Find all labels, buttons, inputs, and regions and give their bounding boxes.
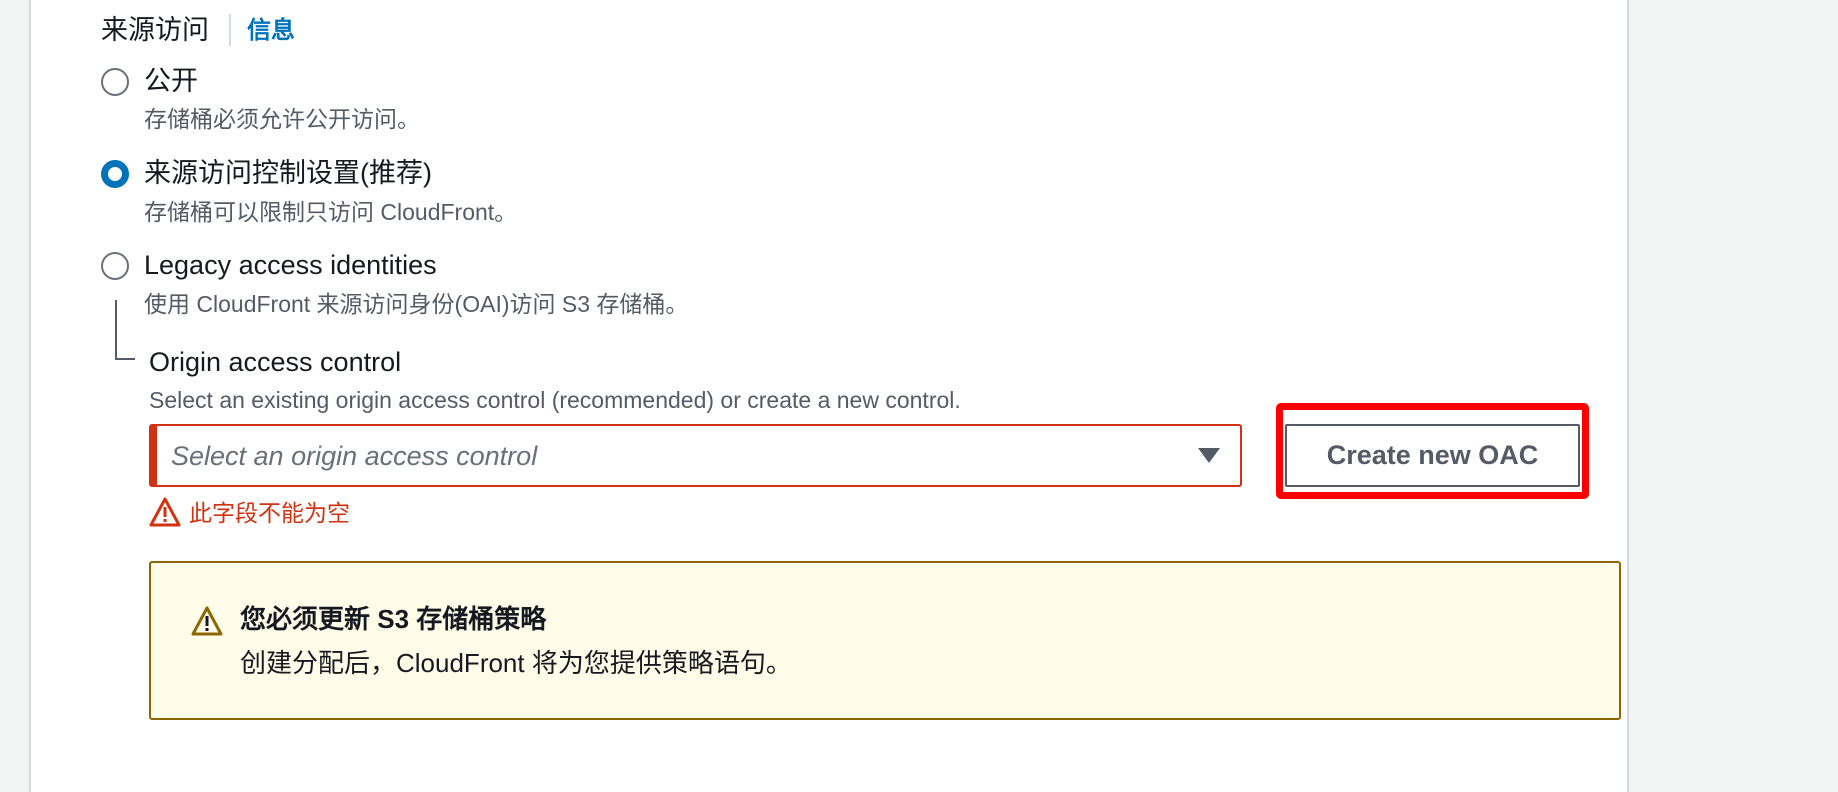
caret-down-icon — [1198, 448, 1220, 463]
alert-title: 您必须更新 S3 存储桶策略 — [240, 604, 547, 634]
error-warning-icon — [149, 496, 181, 533]
oac-field-title: Origin access control — [149, 347, 402, 377]
option-public-title[interactable]: 公开 — [144, 63, 198, 99]
option-legacy-description: 使用 CloudFront 来源访问身份(OAI)访问 S3 存储桶。 — [144, 291, 689, 317]
warning-icon — [191, 605, 223, 642]
oac-select[interactable]: Select an origin access control — [149, 424, 1242, 487]
option-legacy-title[interactable]: Legacy access identities — [144, 247, 437, 283]
oac-field-description: Select an existing origin access control… — [149, 387, 961, 413]
error-message: 此字段不能为空 — [189, 500, 350, 526]
radio-legacy-identities[interactable] — [101, 252, 129, 280]
option-public-description: 存储桶必须允许公开访问。 — [144, 106, 420, 132]
oac-select-placeholder: Select an origin access control — [171, 441, 538, 471]
settings-panel: 来源访问 信息 公开 存储桶必须允许公开访问。 来源访问控制设置(推荐) 存储桶… — [29, 0, 1629, 792]
label-divider — [229, 14, 231, 46]
tree-connector-horizontal — [115, 358, 135, 360]
tree-connector-vertical — [115, 300, 117, 360]
alert-body: 创建分配后，CloudFront 将为您提供策略语句。 — [240, 648, 792, 678]
radio-public[interactable] — [101, 68, 129, 96]
radio-origin-access-control[interactable] — [101, 160, 129, 188]
warning-alert: 您必须更新 S3 存储桶策略 创建分配后，CloudFront 将为您提供策略语… — [149, 561, 1621, 720]
option-oac-description: 存储桶可以限制只访问 CloudFront。 — [144, 199, 518, 225]
info-link[interactable]: 信息 — [247, 13, 295, 49]
option-oac-title[interactable]: 来源访问控制设置(推荐) — [144, 155, 432, 191]
create-new-oac-button[interactable]: Create new OAC — [1285, 424, 1580, 487]
origin-access-label: 来源访问 — [101, 15, 209, 45]
